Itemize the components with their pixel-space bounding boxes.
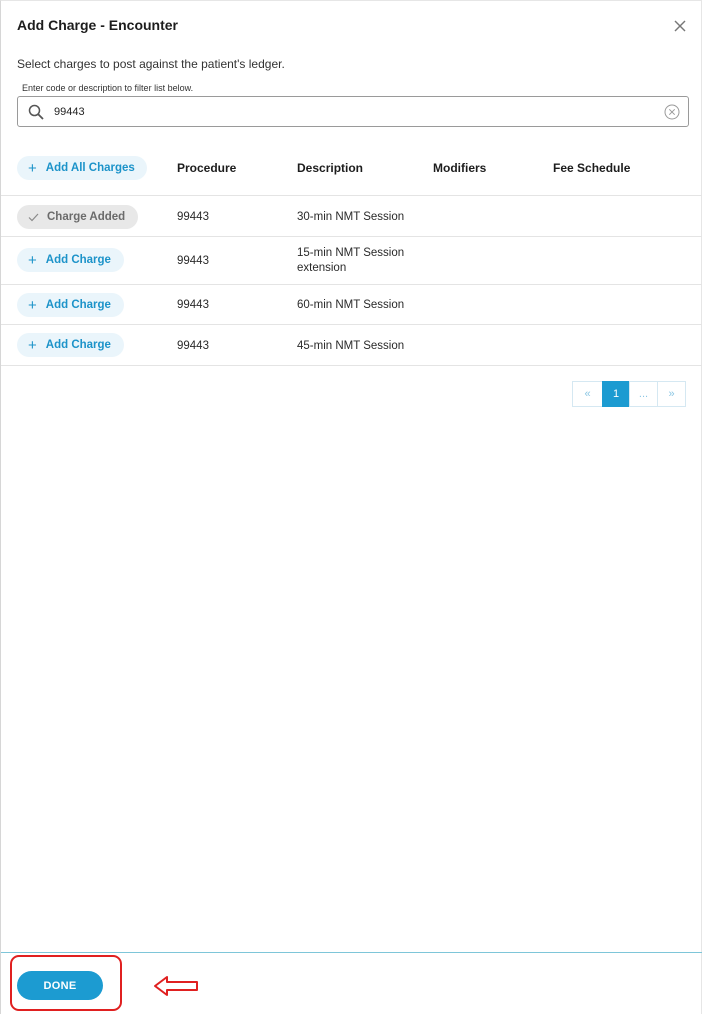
add-all-charges-label: Add All Charges xyxy=(45,162,135,174)
first-page-button[interactable]: « xyxy=(572,381,603,407)
clear-search-icon[interactable] xyxy=(664,104,680,120)
plus-icon: + xyxy=(28,159,37,177)
left-arrow-icon xyxy=(154,976,198,996)
charge-added-button[interactable]: Charge Added xyxy=(17,205,138,229)
add-charge-label: Add Charge xyxy=(45,339,111,351)
pagination: « 1 ... » xyxy=(572,381,686,407)
procedure-cell: 99443 xyxy=(177,211,209,223)
last-page-button[interactable]: » xyxy=(657,381,686,407)
add-charge-button[interactable]: + Add Charge xyxy=(17,248,124,272)
add-charge-label: Add Charge xyxy=(45,299,111,311)
column-header-fee-schedule: Fee Schedule xyxy=(553,161,631,175)
divider xyxy=(1,324,702,325)
dialog-title: Add Charge - Encounter xyxy=(17,17,179,33)
page-1-button[interactable]: 1 xyxy=(602,381,630,407)
footer-divider xyxy=(1,952,702,953)
procedure-cell: 99443 xyxy=(177,299,209,311)
description-cell: 30-min NMT Session xyxy=(297,211,405,223)
column-header-description: Description xyxy=(297,161,364,175)
add-all-charges-button[interactable]: + Add All Charges xyxy=(17,156,147,180)
description-cell: 15-min NMT Session extension xyxy=(297,247,405,274)
add-charge-label: Add Charge xyxy=(45,254,111,266)
plus-icon: + xyxy=(28,336,37,354)
procedure-cell: 99443 xyxy=(177,340,209,352)
add-charge-button[interactable]: + Add Charge xyxy=(17,293,124,317)
description-cell: 45-min NMT Session xyxy=(297,340,405,352)
highlight-box xyxy=(10,955,122,1011)
search-icon xyxy=(28,104,44,120)
description-cell: 60-min NMT Session xyxy=(297,299,405,311)
search-input[interactable] xyxy=(54,101,654,122)
plus-icon: + xyxy=(28,251,37,269)
more-pages-button[interactable]: ... xyxy=(629,381,658,407)
procedure-cell: 99443 xyxy=(177,255,209,267)
column-header-procedure: Procedure xyxy=(177,161,237,175)
divider xyxy=(1,365,702,366)
dialog-frame xyxy=(0,0,702,1014)
add-charge-button[interactable]: + Add Charge xyxy=(17,333,124,357)
close-icon[interactable] xyxy=(671,17,689,35)
divider xyxy=(1,284,702,285)
column-header-modifiers: Modifiers xyxy=(433,161,487,175)
divider xyxy=(1,236,702,237)
check-icon xyxy=(28,213,39,221)
search-box xyxy=(17,96,689,127)
divider xyxy=(1,195,702,196)
charge-added-label: Charge Added xyxy=(47,211,126,223)
dialog-subtitle: Select charges to post against the patie… xyxy=(17,57,285,71)
plus-icon: + xyxy=(28,296,37,314)
filter-label: Enter code or description to filter list… xyxy=(22,83,194,93)
